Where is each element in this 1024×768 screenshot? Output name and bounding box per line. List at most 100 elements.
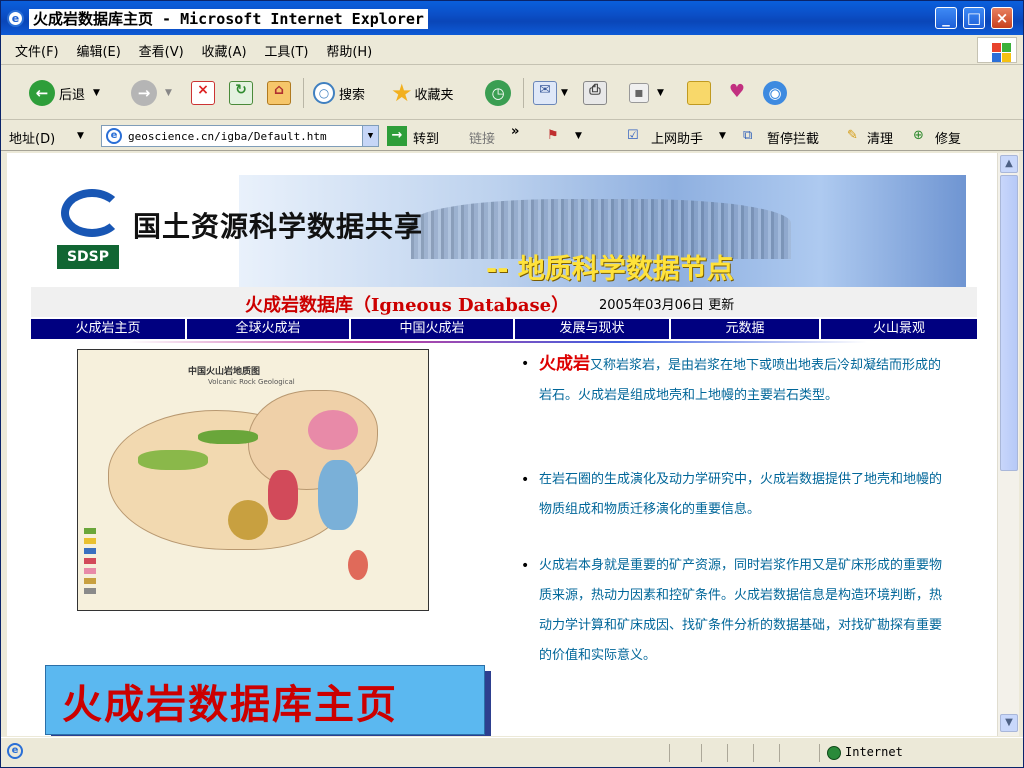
popup-blocker-button[interactable]: 暂停拦截 — [767, 128, 819, 147]
toolbar-separator — [523, 78, 524, 108]
edit-button[interactable]: ▪ ▼ — [629, 78, 664, 108]
go-arrow-icon[interactable]: → — [387, 126, 407, 146]
site-nav: 火成岩主页 全球火成岩 中国火成岩 发展与现状 元数据 火山景观 — [31, 319, 977, 339]
menu-help[interactable]: 帮助(H) — [326, 41, 372, 60]
address-label: 地址(D) — [9, 132, 56, 147]
nav-home[interactable]: 火成岩主页 — [31, 319, 187, 339]
menu-edit[interactable]: 编辑(E) — [76, 41, 120, 60]
slide-title-box: 火成岩数据库主页 — [45, 665, 485, 735]
minimize-icon: _ — [942, 9, 950, 27]
mail-dropdown-icon[interactable]: ▼ — [561, 88, 568, 98]
vertical-scrollbar[interactable]: ▲ ▼ — [997, 153, 1019, 736]
globe-icon — [827, 745, 841, 760]
edit-dropdown-icon[interactable]: ▼ — [657, 88, 664, 98]
menu-bar: 文件(F) 编辑(E) 查看(V) 收藏(A) 工具(T) 帮助(H) — [1, 35, 1023, 65]
database-title: 火成岩数据库（Igneous Database） — [245, 295, 570, 316]
menu-tools[interactable]: 工具(T) — [264, 41, 308, 60]
title-bar: e 火成岩数据库主页 - Microsoft Internet Explorer… — [1, 1, 1023, 35]
maximize-button[interactable]: □ — [963, 7, 985, 29]
status-segment — [819, 744, 820, 762]
windows-logo-icon — [977, 37, 1017, 63]
history-icon: ◷ — [485, 80, 511, 106]
discuss-button[interactable] — [687, 78, 711, 108]
close-button[interactable]: × — [991, 7, 1013, 29]
bullet-icon: • — [521, 356, 530, 372]
scrollbar-thumb[interactable] — [1000, 175, 1018, 471]
list-item: • 在岩石圈的生成演化及动力学研究中，火成岩数据提供了地壳和地幔的物质组成和物质… — [521, 465, 951, 525]
minimize-button[interactable]: _ — [935, 7, 957, 29]
address-label-dropdown-icon[interactable]: ▼ — [77, 131, 84, 141]
msn-icon: ◉ — [763, 81, 787, 105]
links-chevron-icon[interactable]: » — [511, 124, 519, 139]
nav-china[interactable]: 中国火成岩 — [351, 319, 515, 339]
nav-global[interactable]: 全球火成岩 — [187, 319, 351, 339]
msn-button[interactable]: ◉ — [763, 78, 787, 108]
repair-button[interactable]: 修复 — [935, 128, 961, 147]
scroll-down-icon[interactable]: ▼ — [1000, 714, 1018, 732]
messenger-icon: ♥ — [728, 81, 746, 102]
translate-icon[interactable]: ⚑ — [547, 128, 559, 143]
messenger-button[interactable]: ♥ — [725, 78, 749, 108]
menu-file[interactable]: 文件(F) — [15, 41, 59, 60]
stop-button[interactable]: × — [191, 78, 215, 108]
links-button[interactable]: 链接 — [469, 128, 495, 147]
bullet-text: 火成岩本身就是重要的矿产资源，同时岩浆作用又是矿床形成的重要物质来源，热动力因素… — [539, 558, 943, 663]
address-dropdown-icon[interactable]: ▼ — [362, 126, 378, 146]
status-segment — [753, 744, 754, 762]
back-dropdown-icon[interactable]: ▼ — [93, 88, 100, 98]
translate-dropdown-icon[interactable]: ▼ — [575, 131, 582, 141]
ie-logo-icon: e — [7, 10, 24, 27]
bullet-icon: • — [521, 472, 530, 488]
bullet-text: 在岩石圈的生成演化及动力学研究中，火成岩数据提供了地壳和地幔的物质组成和物质迁移… — [539, 472, 943, 517]
nav-metadata[interactable]: 元数据 — [671, 319, 821, 339]
status-bar: e Internet — [1, 737, 1023, 767]
go-button[interactable]: 转到 — [413, 128, 439, 147]
status-segment — [701, 744, 702, 762]
helper-button[interactable]: 上网助手 — [651, 128, 703, 147]
back-button[interactable]: ← 后退 ▼ — [29, 78, 100, 108]
site-main-title: 国土资源科学数据共享 — [133, 210, 424, 243]
favorites-button[interactable]: ★ 收藏夹 — [391, 78, 454, 108]
history-button[interactable]: ◷ — [485, 78, 511, 108]
map-legend — [84, 528, 180, 602]
china-volcanic-map[interactable]: 中国火山岩地质图 Volcanic Rock Geological — [77, 349, 429, 611]
scroll-up-icon[interactable]: ▲ — [1000, 155, 1018, 173]
update-date: 2005年03月06日 更新 — [599, 298, 735, 313]
search-label: 搜索 — [339, 87, 366, 103]
page-viewport: SDSP 国土资源科学数据共享 -- 地质科学数据节点 火成岩数据库（Igneo… — [7, 153, 997, 736]
zone-label: Internet — [845, 745, 903, 759]
print-button[interactable]: ⎙ — [583, 78, 607, 108]
nav-development[interactable]: 发展与现状 — [515, 319, 671, 339]
nav-volcano[interactable]: 火山景观 — [821, 319, 977, 339]
star-icon: ★ — [391, 79, 413, 107]
menu-view[interactable]: 查看(V) — [139, 41, 184, 60]
map-region — [198, 430, 258, 444]
map-title: 中国火山岩地质图 — [188, 367, 261, 377]
map-region — [268, 470, 298, 520]
forward-dropdown-icon[interactable]: ▼ — [165, 88, 172, 98]
page-icon: e — [106, 128, 122, 144]
mail-button[interactable]: ✉ ▼ — [533, 78, 568, 108]
forward-arrow-icon: → — [131, 80, 157, 106]
refresh-icon: ↻ — [229, 81, 253, 105]
search-icon: ○ — [313, 82, 335, 104]
address-input[interactable]: e geoscience.cn/igba/Default.htm ▼ — [101, 125, 379, 147]
menu-favorites[interactable]: 收藏(A) — [202, 41, 247, 60]
mail-icon: ✉ — [533, 81, 557, 105]
print-icon: ⎙ — [583, 81, 607, 105]
map-region — [308, 410, 358, 450]
search-button[interactable]: ○ 搜索 — [313, 78, 365, 108]
refresh-button[interactable]: ↻ — [229, 78, 253, 108]
highlight-term: 火成岩 — [539, 354, 590, 374]
address-value: geoscience.cn/igba/Default.htm — [128, 130, 327, 143]
stop-icon: × — [191, 81, 215, 105]
clean-button[interactable]: 清理 — [867, 128, 893, 147]
back-arrow-icon: ← — [29, 80, 55, 106]
sdsp-logo-text: SDSP — [57, 245, 119, 269]
helper-dropdown-icon[interactable]: ▼ — [719, 131, 726, 141]
security-zone: Internet — [827, 745, 903, 760]
home-button[interactable]: ⌂ — [267, 78, 291, 108]
edit-icon: ▪ — [629, 83, 649, 103]
forward-button[interactable]: → ▼ — [131, 78, 172, 108]
site-banner: SDSP 国土资源科学数据共享 -- 地质科学数据节点 — [31, 175, 966, 287]
